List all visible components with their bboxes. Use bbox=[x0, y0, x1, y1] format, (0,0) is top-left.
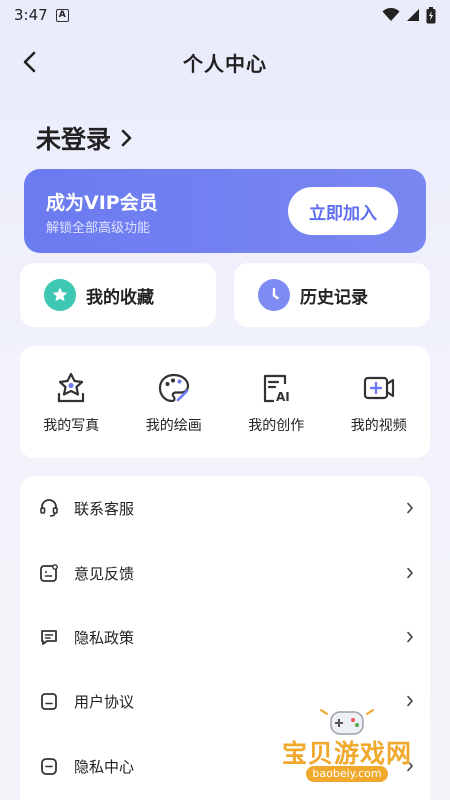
grid-label: 我的绘画 bbox=[145, 418, 202, 434]
chevron-left-icon bbox=[23, 51, 36, 73]
settings-list: 联系客服 意见反馈 隐私政策 用户协议 隐私中心 bbox=[20, 476, 430, 800]
list-label: 意见反馈 bbox=[74, 564, 135, 583]
grid-item-painting[interactable]: 我的绘画 bbox=[129, 369, 219, 435]
grid-label: 我的创作 bbox=[248, 418, 305, 434]
video-add-icon bbox=[360, 369, 398, 407]
grid-label: 我的视频 bbox=[350, 418, 407, 434]
privacy-policy-icon bbox=[38, 626, 60, 648]
chevron-right-icon bbox=[407, 695, 414, 707]
favorites-card[interactable]: 我的收藏 bbox=[20, 263, 216, 327]
chevron-right-icon bbox=[407, 567, 414, 579]
grid-item-video[interactable]: 我的视频 bbox=[334, 369, 424, 435]
vip-title: 成为VIP会员 bbox=[46, 192, 158, 214]
clock-icon bbox=[258, 279, 290, 311]
palette-icon bbox=[155, 369, 193, 407]
notification-icon: A bbox=[55, 8, 69, 22]
history-label: 历史记录 bbox=[300, 287, 368, 308]
ai-creation-icon: AI bbox=[257, 369, 295, 407]
grid-item-portrait[interactable]: 我的写真 bbox=[26, 369, 116, 435]
login-label: 未登录 bbox=[36, 125, 112, 154]
history-card[interactable]: 历史记录 bbox=[234, 263, 430, 327]
status-time: 3:47 bbox=[14, 6, 48, 24]
list-label: 隐私政策 bbox=[74, 628, 135, 647]
signal-icon bbox=[407, 9, 419, 21]
list-item-privacy-center[interactable]: 隐私中心 bbox=[20, 734, 430, 798]
join-vip-button[interactable]: 立即加入 bbox=[288, 187, 398, 235]
star-icon bbox=[44, 279, 76, 311]
nav-bar: 个人中心 bbox=[0, 40, 450, 84]
list-label: 用户协议 bbox=[74, 692, 135, 711]
list-label: 联系客服 bbox=[74, 499, 135, 518]
creation-grid: 我的写真 我的绘画 AI 我的创作 我的视频 bbox=[20, 346, 430, 458]
login-entry[interactable]: 未登录 bbox=[36, 120, 133, 156]
vip-subtitle: 解锁全部高级功能 bbox=[46, 221, 151, 236]
list-item-privacy-policy[interactable]: 隐私政策 bbox=[20, 605, 430, 669]
grid-item-creation[interactable]: AI 我的创作 bbox=[231, 369, 321, 435]
list-label: 隐私中心 bbox=[74, 757, 135, 776]
list-item-customer-service[interactable]: 联系客服 bbox=[20, 476, 430, 540]
status-bar: 3:47 A bbox=[0, 0, 450, 30]
privacy-center-icon bbox=[38, 755, 60, 777]
user-agreement-icon bbox=[38, 690, 60, 712]
chevron-right-icon bbox=[407, 631, 414, 643]
chevron-right-icon bbox=[121, 129, 132, 147]
portrait-icon bbox=[52, 369, 90, 407]
list-item-user-agreement[interactable]: 用户协议 bbox=[20, 669, 430, 733]
page-title: 个人中心 bbox=[183, 51, 267, 76]
list-item-feedback[interactable]: 意见反馈 bbox=[20, 541, 430, 605]
favorites-label: 我的收藏 bbox=[86, 287, 154, 308]
vip-banner[interactable]: 成为VIP会员 解锁全部高级功能 立即加入 bbox=[24, 169, 426, 253]
wifi-icon bbox=[382, 8, 400, 21]
battery-icon bbox=[426, 6, 436, 23]
back-button[interactable] bbox=[16, 48, 42, 76]
feedback-icon bbox=[38, 562, 60, 584]
grid-label: 我的写真 bbox=[43, 418, 100, 434]
chevron-right-icon bbox=[407, 760, 414, 772]
headset-icon bbox=[38, 497, 60, 519]
svg-text:AI: AI bbox=[276, 390, 290, 404]
chevron-right-icon bbox=[407, 502, 414, 514]
